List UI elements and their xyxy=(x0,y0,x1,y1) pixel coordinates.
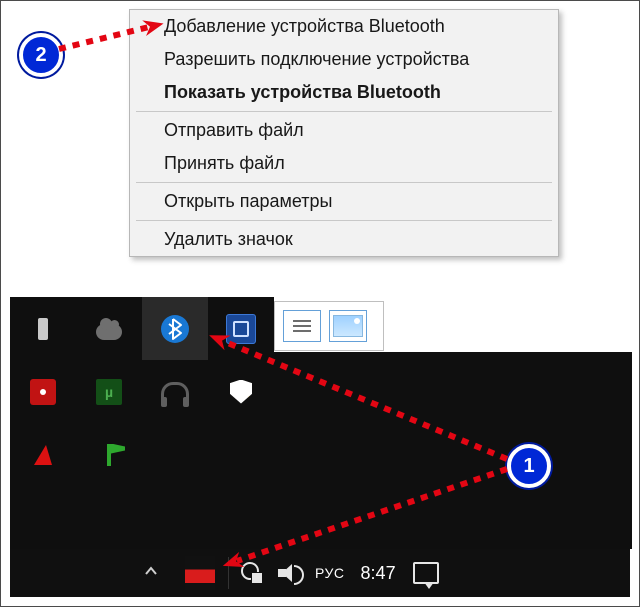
taskbar-app-button[interactable] xyxy=(176,549,224,597)
window-preview-strip xyxy=(274,301,384,351)
menu-add-bluetooth-device[interactable]: Добавление устройства Bluetooth xyxy=(130,10,558,43)
tray-camera-icon[interactable] xyxy=(10,360,76,423)
background-dark-area xyxy=(274,352,632,549)
menu-show-bluetooth-devices[interactable]: Показать устройства Bluetooth xyxy=(130,76,558,109)
menu-separator xyxy=(136,182,552,183)
menu-separator xyxy=(136,111,552,112)
tray-overflow-panel: µ xyxy=(10,297,274,549)
tray-defender-icon[interactable] xyxy=(208,360,274,423)
taskbar-clock[interactable]: 8:47 xyxy=(351,563,406,584)
tray-utorrent-icon[interactable]: µ xyxy=(76,360,142,423)
bluetooth-context-menu: Добавление устройства Bluetooth Разрешит… xyxy=(129,9,559,257)
window-thumb-list[interactable] xyxy=(283,310,321,342)
taskbar-divider xyxy=(228,557,229,589)
menu-open-settings[interactable]: Открыть параметры xyxy=(130,185,558,218)
taskbar-language[interactable]: РУС xyxy=(309,565,351,581)
menu-receive-file[interactable]: Принять файл xyxy=(130,147,558,180)
taskbar-volume-icon[interactable] xyxy=(271,549,309,597)
tray-overflow-caret-icon[interactable] xyxy=(144,564,158,583)
tray-flag-icon[interactable] xyxy=(76,423,142,486)
tray-usb-icon[interactable] xyxy=(10,297,76,360)
tray-bluetooth-icon[interactable] xyxy=(142,297,208,360)
taskbar-network-icon[interactable] xyxy=(233,549,271,597)
tray-headphones-icon[interactable] xyxy=(142,360,208,423)
annotation-badge-1: 1 xyxy=(507,444,551,488)
tray-onedrive-icon[interactable] xyxy=(76,297,142,360)
menu-remove-icon[interactable]: Удалить значок xyxy=(130,223,558,256)
menu-separator xyxy=(136,220,552,221)
menu-send-file[interactable]: Отправить файл xyxy=(130,114,558,147)
tray-avast-icon[interactable] xyxy=(10,423,76,486)
window-thumb-image[interactable] xyxy=(329,310,367,342)
annotation-badge-2: 2 xyxy=(19,33,63,77)
taskbar: РУС 8:47 xyxy=(10,549,630,597)
taskbar-action-center-icon[interactable] xyxy=(406,549,446,597)
tray-intel-icon[interactable] xyxy=(208,297,274,360)
menu-allow-device-connection[interactable]: Разрешить подключение устройства xyxy=(130,43,558,76)
